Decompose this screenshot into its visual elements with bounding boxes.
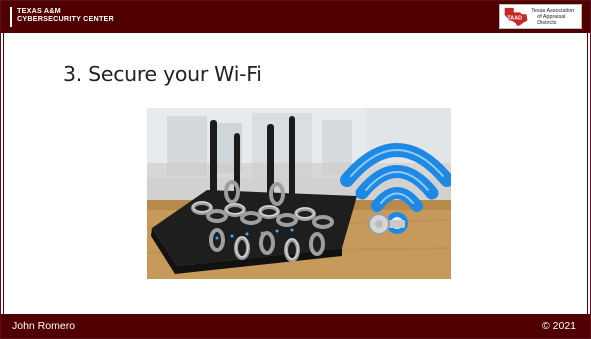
slide: TEXAS A&M CYBERSECURITY CENTER TAAD Texa… [0, 0, 591, 339]
logo-line-2: CYBERSECURITY CENTER [17, 14, 114, 23]
footer-author: John Romero [12, 320, 76, 332]
header-bar: TEXAS A&M CYBERSECURITY CENTER TAAD Texa… [1, 1, 590, 33]
taad-line-2: of Appraisal Districts [537, 13, 566, 26]
taad-line-1: Texas Association [531, 7, 575, 14]
texas-map-icon: TAAD [504, 7, 528, 27]
wifi-router-locked-icon [147, 108, 451, 279]
tamu-cyber-logo: TEXAS A&M CYBERSECURITY CENTER [10, 7, 114, 27]
taad-mark-text: TAAD [507, 16, 522, 22]
slide-title: 3. Secure your Wi-Fi [63, 62, 262, 86]
footer-copyright: © 2021 [541, 320, 576, 332]
wifi-security-image [147, 108, 451, 279]
footer-bar: John Romero © 2021 [1, 314, 590, 338]
logo-divider [10, 7, 12, 27]
taad-logo: TAAD Texas Association of Appraisal Dist… [499, 4, 582, 29]
